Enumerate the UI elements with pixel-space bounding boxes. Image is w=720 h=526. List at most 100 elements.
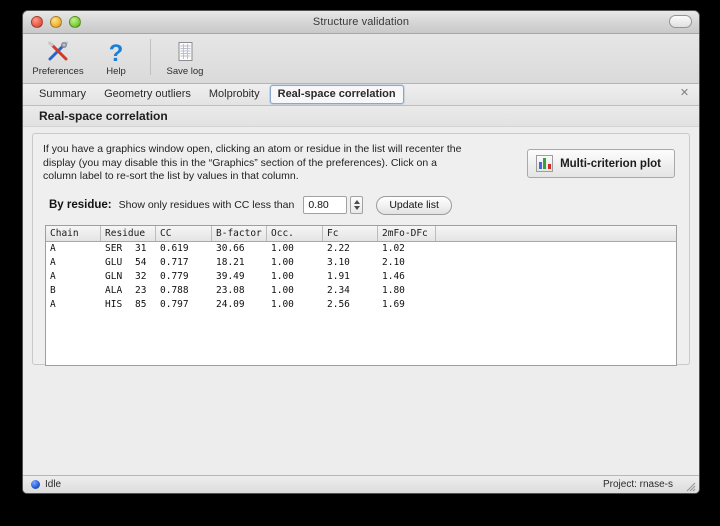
real-space-correlation-panel: If you have a graphics window open, clic… [32,133,690,366]
tab-geometry-outliers[interactable]: Geometry outliers [96,85,199,104]
save-log-document-icon [170,39,200,65]
cell-spacer [436,298,676,312]
cell-b-factor: 39.49 [216,270,245,282]
table-row[interactable]: A GLN 32 0.779 39.49 1.00 1.91 1.46 [46,270,676,284]
cell-residue-name: GLN [105,270,123,282]
page-title: Real-space correlation [23,106,699,127]
cell-fc: 2.22 [327,242,350,254]
toolbar-item-help[interactable]: ? Help [87,37,145,77]
bar-chart-icon [536,155,554,172]
cell-residue: GLU 54 [101,256,156,270]
stepper-up-icon[interactable] [353,200,360,204]
update-list-button[interactable]: Update list [376,195,452,215]
cell-chain: A [50,242,56,254]
toolbar: Preferences ? Help Save log [23,34,699,84]
cc-threshold-input[interactable]: 0.80 [303,196,348,214]
cell-occ: 1.00 [271,284,294,296]
window-title: Structure validation [312,16,410,28]
cell-2mfo-dfc: 1.02 [382,242,405,254]
application-window: Structure validation Preferences ? Help … [22,10,700,494]
help-question-icon: ? [101,39,131,65]
column-header-residue[interactable]: Residue [101,225,156,241]
status-bar: Idle Project: rnase-s [23,475,699,493]
column-header-spacer[interactable] [436,226,676,241]
preferences-tools-icon [43,39,73,65]
table-row[interactable]: B ALA 23 0.788 23.08 1.00 2.34 1.80 [46,284,676,298]
toolbar-item-preferences[interactable]: Preferences [29,37,87,77]
panel-description: If you have a graphics window open, clic… [43,143,462,182]
cell-fc: 2.34 [327,284,350,296]
cell-residue-name: SER [105,242,123,254]
cell-cc: 0.619 [160,242,189,254]
cell-b-factor: 18.21 [216,256,245,268]
cell-fc: 2.56 [327,298,350,310]
cell-residue-name: ALA [105,284,123,296]
cell-chain: A [50,256,56,268]
toolbar-toggle-button[interactable] [669,15,692,28]
toolbar-item-label: Preferences [32,66,84,77]
cell-occ: 1.00 [271,256,294,268]
minimize-window-button[interactable] [50,16,62,28]
table-header-row: Chain Residue CC B-factor Occ. Fc 2mFo-D… [46,225,676,242]
multi-criterion-plot-button[interactable]: Multi-criterion plot [527,149,675,178]
cell-occ: 1.00 [271,270,294,282]
cell-2mfo-dfc: 1.46 [382,270,405,282]
cell-occ: 1.00 [271,242,294,254]
cell-2mfo-dfc: 1.69 [382,298,405,310]
toolbar-item-label: Save log [166,66,204,77]
cell-b-factor: 23.08 [216,284,245,296]
table-row[interactable]: A HIS 85 0.797 24.09 1.00 2.56 1.69 [46,298,676,312]
cell-b-factor: 24.09 [216,298,245,310]
cell-occ: 1.00 [271,298,294,310]
close-icon[interactable]: ✕ [679,88,690,99]
filter-title: By residue: [49,199,112,211]
cell-cc: 0.717 [160,256,189,268]
cell-chain: B [50,284,56,296]
tab-bar: Summary Geometry outliers Molprobity Rea… [23,84,699,106]
cell-residue: ALA 23 [101,284,156,298]
stepper-arrows[interactable] [350,196,364,214]
description-row: If you have a graphics window open, clic… [43,143,679,184]
title-bar: Structure validation [23,11,699,34]
tab-molprobity[interactable]: Molprobity [201,85,268,104]
content-area: If you have a graphics window open, clic… [23,127,699,475]
cell-residue: SER 31 [101,242,156,256]
table-row[interactable]: A SER 31 0.619 30.66 1.00 2.22 1.02 [46,242,676,256]
column-header-occ[interactable]: Occ. [267,225,323,241]
cell-b-factor: 30.66 [216,242,245,254]
cell-cc: 0.797 [160,298,189,310]
resize-grip[interactable] [684,479,696,492]
svg-text:?: ? [109,40,124,64]
cell-residue-number: 54 [135,256,147,268]
column-header-b-factor[interactable]: B-factor [212,225,267,241]
cell-residue-number: 31 [135,242,147,254]
tab-real-space-correlation[interactable]: Real-space correlation [269,85,404,104]
close-window-button[interactable] [31,16,43,28]
column-header-chain[interactable]: Chain [46,225,101,241]
cell-fc: 1.91 [327,270,350,282]
residue-table[interactable]: Chain Residue CC B-factor Occ. Fc 2mFo-D… [45,224,677,366]
column-header-fc[interactable]: Fc [323,225,378,241]
cell-2mfo-dfc: 2.10 [382,256,405,268]
cell-spacer [436,242,676,256]
zoom-window-button[interactable] [69,16,81,28]
tab-summary[interactable]: Summary [31,85,94,104]
multi-criterion-plot-label: Multi-criterion plot [560,157,661,170]
column-header-cc[interactable]: CC [156,225,212,241]
cell-residue-name: GLU [105,256,123,268]
cc-threshold-stepper[interactable]: 0.80 [303,196,364,214]
cell-residue-number: 85 [135,298,147,310]
cell-residue-number: 23 [135,284,147,296]
stepper-down-icon[interactable] [353,206,360,210]
table-row[interactable]: A GLU 54 0.717 18.21 1.00 3.10 2.10 [46,256,676,270]
toolbar-item-save-log[interactable]: Save log [156,37,214,77]
cell-residue-name: HIS [105,298,123,310]
cell-2mfo-dfc: 1.80 [382,284,405,296]
cell-chain: A [50,298,56,310]
cell-residue: GLN 32 [101,270,156,284]
window-controls [31,16,81,28]
column-header-2mfo-dfc[interactable]: 2mFo-DFc [378,225,436,241]
filter-description: Show only residues with CC less than [118,199,295,211]
toolbar-item-label: Help [106,66,126,77]
cell-residue: HIS 85 [101,298,156,312]
